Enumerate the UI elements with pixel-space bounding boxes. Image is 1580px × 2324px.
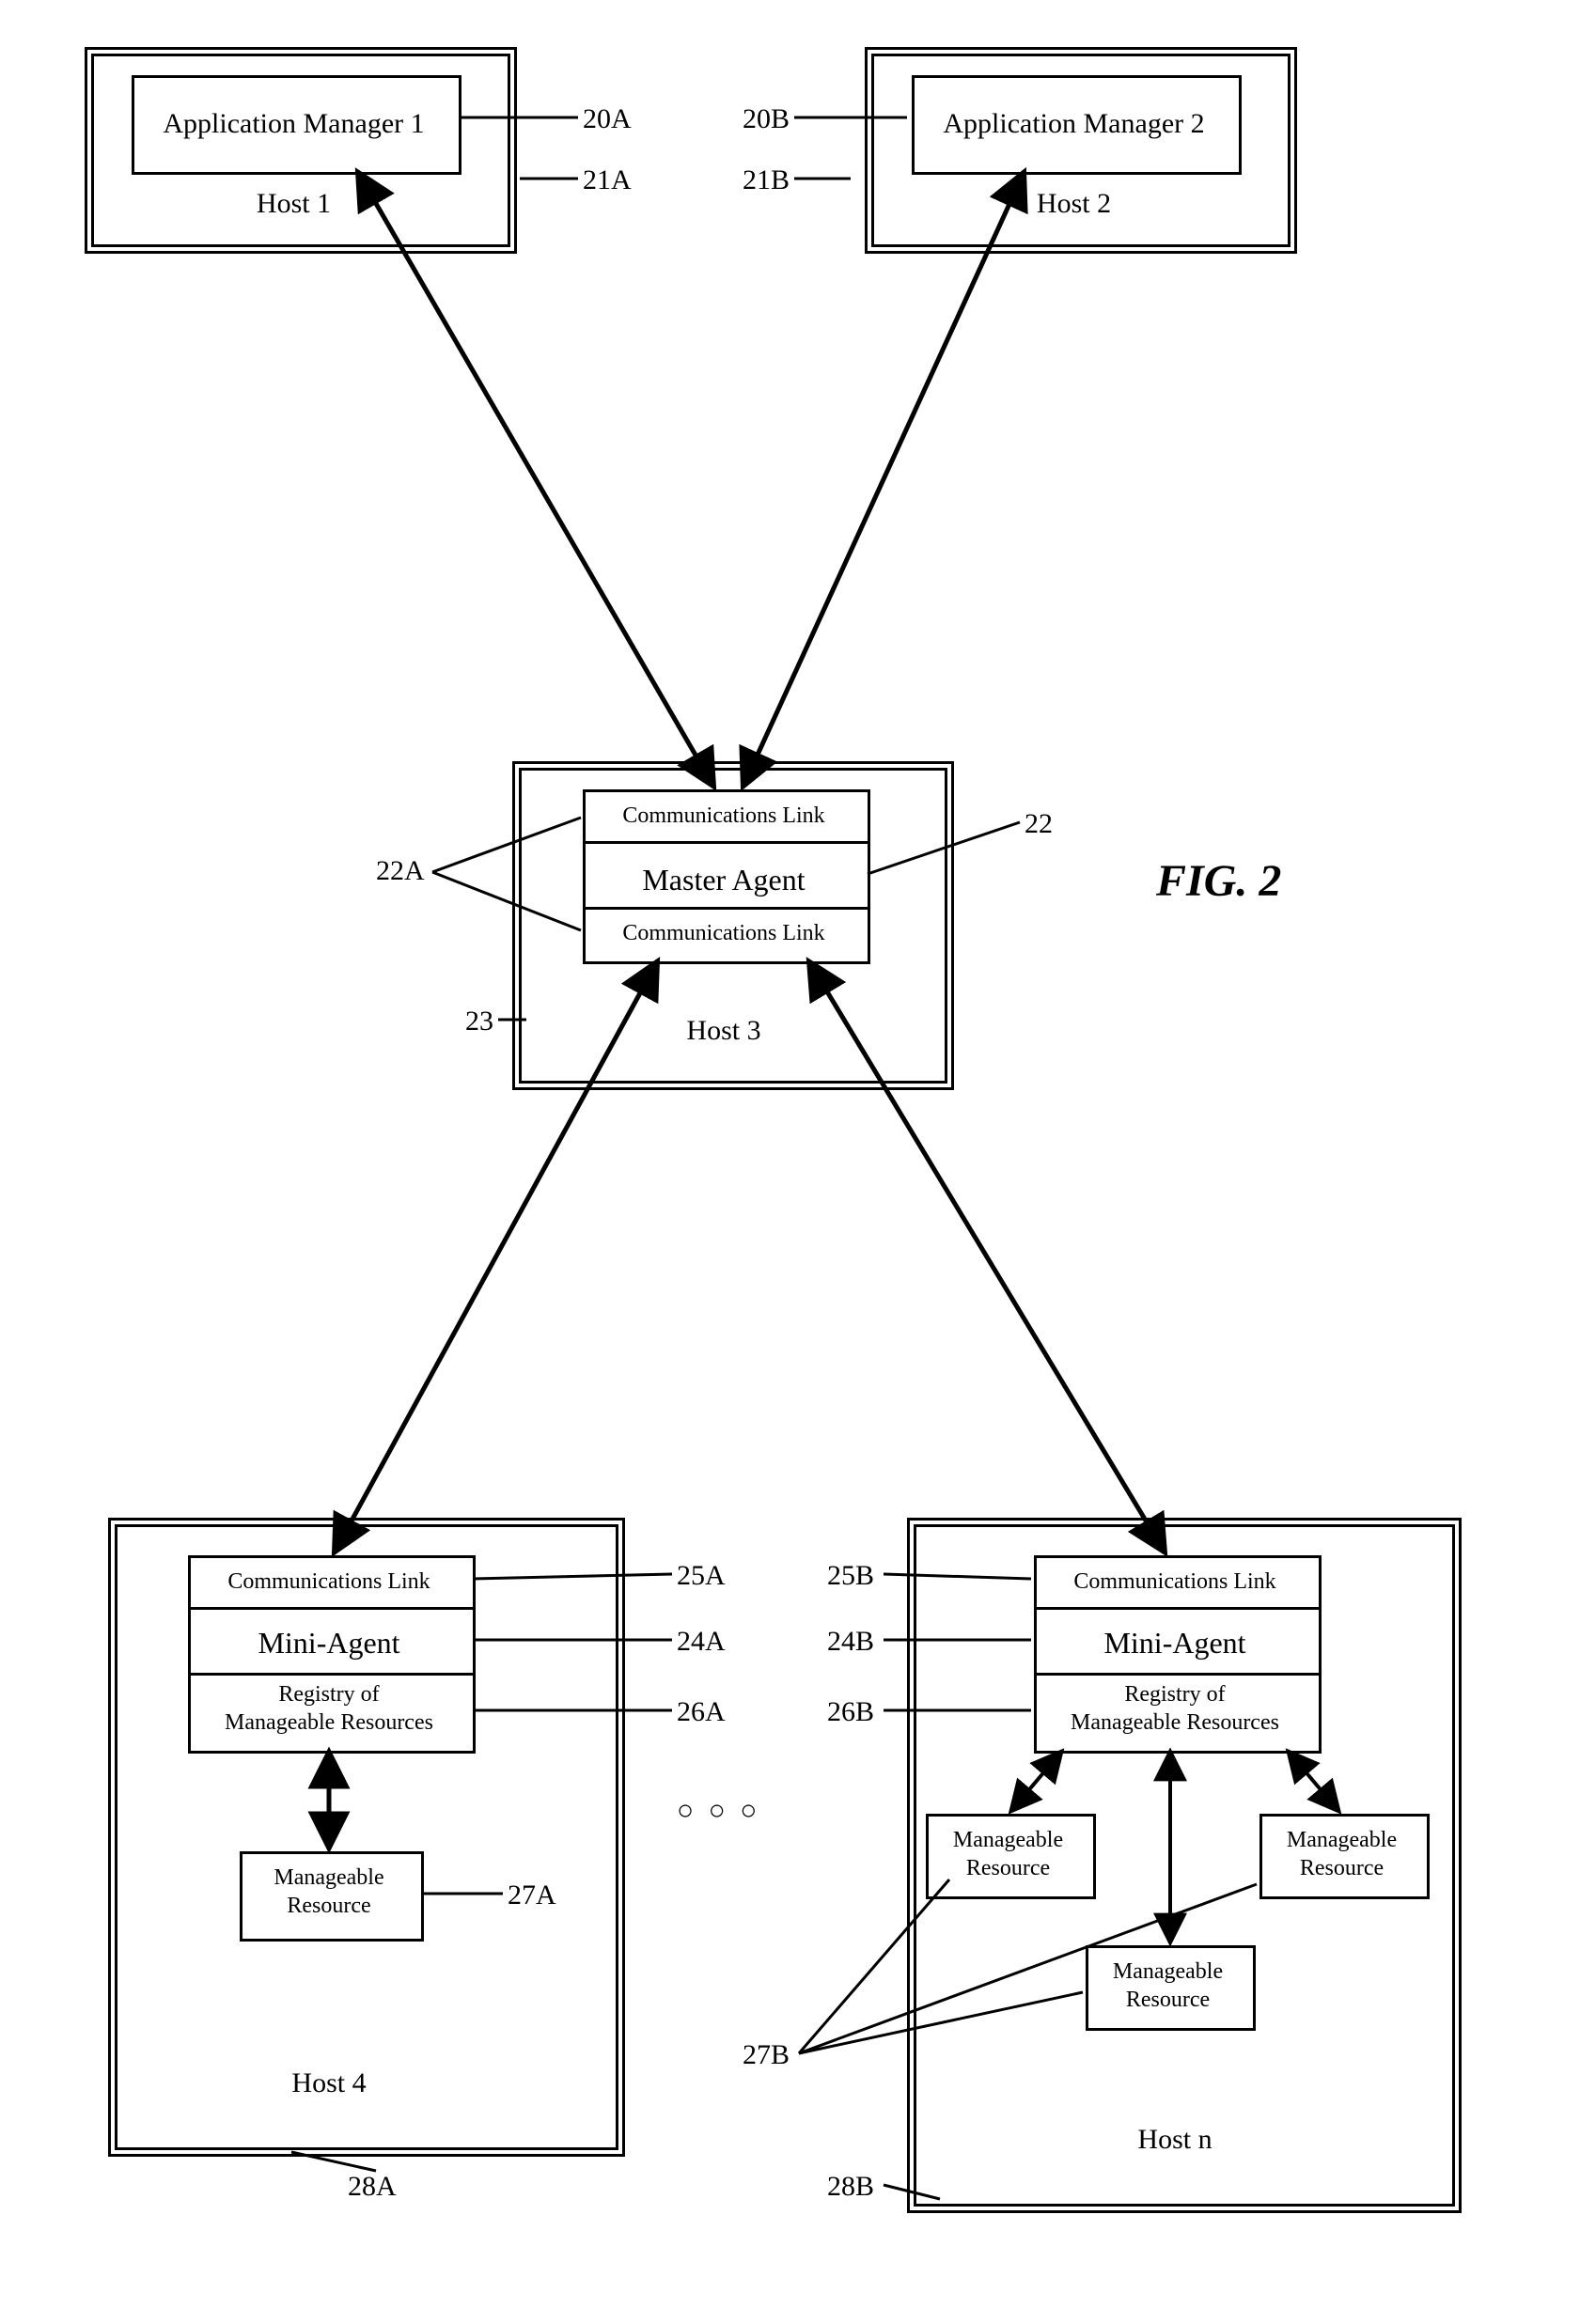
ref-27a: 27A (508, 1879, 556, 1911)
ellipsis: ○ ○ ○ (677, 1795, 760, 1827)
host3-comm-top-label: Communications Link (583, 803, 865, 829)
h4-resource-l2: Resource (240, 1894, 418, 1919)
h4-agent-label: Mini-Agent (188, 1626, 470, 1661)
ref-21a: 21A (583, 164, 632, 196)
hn-agent-label: Mini-Agent (1034, 1626, 1316, 1661)
ref-24a: 24A (677, 1626, 726, 1658)
host3-comm-bot-label: Communications Link (583, 921, 865, 946)
ref-26a: 26A (677, 1696, 726, 1728)
h4-registry-l1: Registry of (188, 1682, 470, 1708)
ref-22: 22 (1025, 808, 1053, 840)
app-manager-2-label: Application Manager 2 (912, 108, 1236, 140)
hn-res-right-l2: Resource (1259, 1856, 1424, 1881)
hn-registry-l1: Registry of (1034, 1682, 1316, 1708)
hn-registry-l2: Manageable Resources (1034, 1710, 1316, 1736)
ref-24b: 24B (827, 1626, 874, 1658)
ref-26b: 26B (827, 1696, 874, 1728)
ref-28b: 28B (827, 2171, 874, 2203)
host-n-label: Host n (1034, 2124, 1316, 2156)
app-manager-1-label: Application Manager 1 (132, 108, 456, 140)
host3-master-label: Master Agent (583, 863, 865, 897)
host-3-label: Host 3 (583, 1015, 865, 1047)
hn-res-left-l2: Resource (926, 1856, 1090, 1881)
h4-resource-l1: Manageable (240, 1865, 418, 1891)
ref-21b: 21B (743, 164, 790, 196)
hn-res-center-l2: Resource (1086, 1988, 1250, 2013)
host-4-label: Host 4 (188, 2067, 470, 2099)
ref-25a: 25A (677, 1560, 726, 1592)
ref-20a: 20A (583, 103, 632, 135)
ref-28a: 28A (348, 2171, 397, 2203)
ref-22a: 22A (376, 855, 425, 887)
hn-comm-label: Communications Link (1034, 1569, 1316, 1595)
hn-res-left-l1: Manageable (926, 1828, 1090, 1853)
host-2-label: Host 2 (912, 188, 1236, 220)
ref-27b: 27B (743, 2039, 790, 2071)
host-1-label: Host 1 (132, 188, 456, 220)
ref-20b: 20B (743, 103, 790, 135)
hn-res-center-l1: Manageable (1086, 1959, 1250, 1985)
diagram-canvas: Application Manager 1 Host 1 20A 21A App… (0, 0, 1580, 2324)
h4-comm-label: Communications Link (188, 1569, 470, 1595)
ref-23: 23 (465, 1006, 493, 1037)
h4-registry-l2: Manageable Resources (188, 1710, 470, 1736)
hn-res-right-l1: Manageable (1259, 1828, 1424, 1853)
ref-25b: 25B (827, 1560, 874, 1592)
figure-label: FIG. 2 (1156, 855, 1281, 907)
